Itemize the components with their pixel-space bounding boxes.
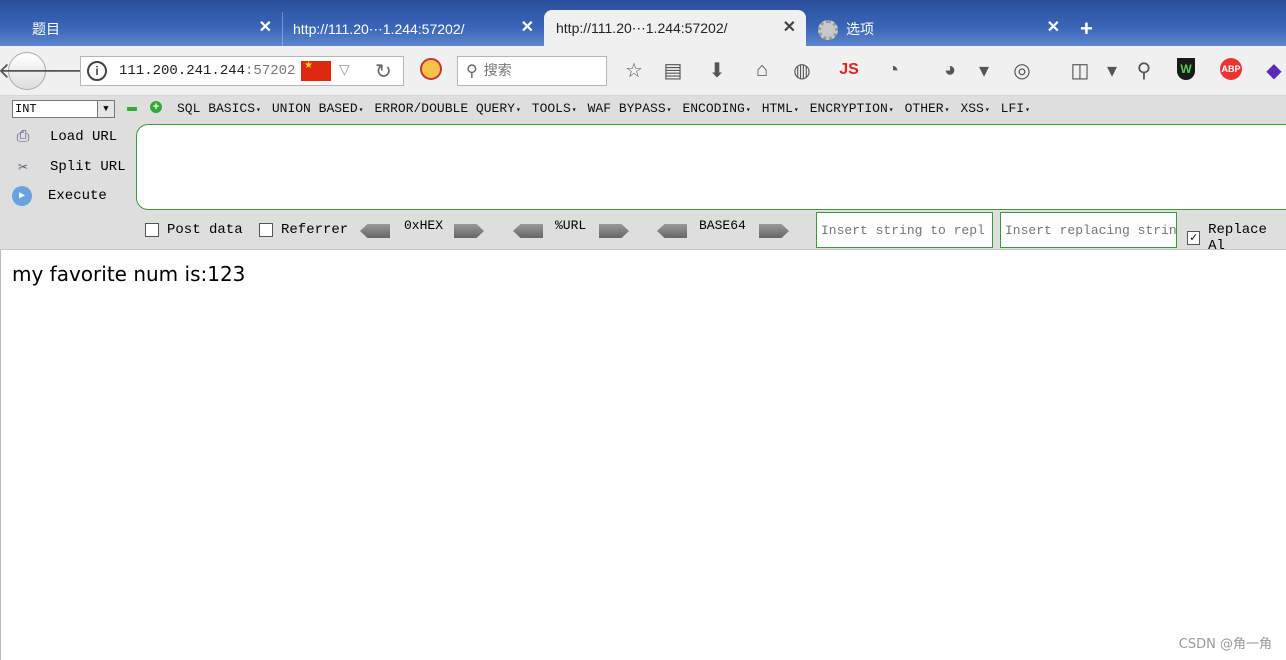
base64-label: BASE64 bbox=[699, 218, 746, 233]
chevron-down-icon[interactable]: ▾ bbox=[1100, 58, 1124, 82]
url-label: %URL bbox=[555, 218, 587, 233]
referrer-checkbox[interactable]: Referrer bbox=[259, 222, 348, 238]
tab-label: 选项 bbox=[846, 21, 874, 37]
bookmark-star-icon[interactable]: ☆ bbox=[622, 58, 646, 82]
search-input[interactable] bbox=[483, 63, 594, 79]
close-icon[interactable]: ✕ bbox=[521, 20, 534, 36]
checkbox-box[interactable] bbox=[259, 223, 273, 237]
menu-sql-basics[interactable]: SQL BASICS bbox=[177, 101, 261, 116]
close-icon[interactable]: ✕ bbox=[783, 20, 796, 36]
load-url-icon: ⎙ bbox=[16, 128, 30, 146]
load-url-label: Load URL bbox=[50, 129, 118, 145]
tab-problem[interactable]: 题目 ✕ bbox=[0, 12, 282, 46]
menu-union-based[interactable]: UNION BASED bbox=[272, 101, 364, 116]
google-icon[interactable]: ◔ bbox=[881, 58, 905, 82]
tab-strip: 题目 ✕ http://111.20⋯1.244:57202/ ✕ http:/… bbox=[0, 0, 1286, 46]
gear-icon bbox=[818, 20, 838, 40]
post-data-checkbox[interactable]: Post data bbox=[145, 222, 243, 238]
shield-icon[interactable]: W bbox=[1177, 58, 1195, 80]
menu-html[interactable]: HTML bbox=[762, 101, 799, 116]
china-flag-icon bbox=[301, 60, 331, 81]
replace-string-input[interactable] bbox=[816, 212, 993, 248]
close-icon[interactable]: ✕ bbox=[259, 20, 272, 36]
tab-label: http://111.20⋯1.244:57202/ bbox=[293, 20, 465, 37]
int-select[interactable]: INT ▼ bbox=[12, 100, 115, 118]
page-content-text: my favorite num is:123 bbox=[12, 262, 246, 286]
menu-lfi[interactable]: LFI bbox=[1001, 101, 1030, 116]
proxy-icon[interactable]: ◎ bbox=[1010, 58, 1034, 82]
url-bar[interactable]: i 111.200.241.244:57202 ▽ ↻ bbox=[80, 56, 404, 86]
load-url-button[interactable]: ⎙ Load URL bbox=[12, 126, 118, 148]
menu-tools[interactable]: TOOLS bbox=[532, 101, 577, 116]
page-border bbox=[0, 250, 1, 660]
execute-button[interactable]: ▶ Execute bbox=[12, 186, 107, 206]
post-data-label: Post data bbox=[167, 222, 243, 238]
split-url-label: Split URL bbox=[50, 159, 126, 175]
watermark: CSDN @角一角 bbox=[1178, 637, 1272, 652]
dropdown-arrow-icon[interactable]: ▽ bbox=[339, 61, 350, 78]
url-encode-arrow-icon[interactable] bbox=[599, 224, 629, 238]
replace-all-label: Replace Al bbox=[1208, 222, 1267, 254]
noscript-icon[interactable] bbox=[420, 58, 442, 80]
tab-label: 题目 bbox=[32, 21, 60, 37]
hex-decode-arrow-icon[interactable] bbox=[360, 224, 390, 238]
search-icon: ⚲ bbox=[466, 63, 478, 80]
home-icon[interactable]: ⌂ bbox=[750, 58, 774, 82]
chevron-down-icon[interactable]: ▾ bbox=[972, 58, 996, 82]
checkbox-box[interactable] bbox=[145, 223, 159, 237]
base64-encode-arrow-icon[interactable] bbox=[759, 224, 789, 238]
new-tab-icon[interactable]: + bbox=[1080, 16, 1093, 42]
hex-label: 0xHEX bbox=[404, 218, 444, 233]
menu-other[interactable]: OTHER bbox=[905, 101, 950, 116]
chevron-down-icon[interactable]: ▼ bbox=[97, 101, 114, 117]
url-port: :57202 bbox=[245, 63, 296, 79]
reload-icon[interactable]: ↻ bbox=[375, 59, 392, 84]
extension-diamond-icon[interactable]: ◆ bbox=[1262, 58, 1286, 82]
menu-error-double-query[interactable]: ERROR/DOUBLE QUERY bbox=[375, 101, 521, 116]
base64-decode-arrow-icon[interactable] bbox=[657, 224, 687, 238]
magnifier-icon[interactable]: ⚲ bbox=[1132, 58, 1156, 82]
menu-encryption[interactable]: ENCRYPTION bbox=[810, 101, 894, 116]
scissors-icon: ✂ bbox=[18, 159, 28, 177]
back-arrow-icon[interactable]: 🡐 bbox=[0, 52, 57, 90]
nav-bar: 🡐 🡒 i 111.200.241.244:57202 ▽ ↻ ⚲ ☆ ▤ ⬇ … bbox=[0, 46, 1286, 96]
menu-encoding[interactable]: ENCODING bbox=[682, 101, 750, 116]
hackbar: INT ▼ + SQL BASICS UNION BASED ERROR/DOU… bbox=[0, 96, 1286, 254]
replace-all-checkbox[interactable]: ✓ Replace Al bbox=[1187, 222, 1286, 254]
search-box[interactable]: ⚲ bbox=[457, 56, 607, 86]
close-icon[interactable]: ✕ bbox=[1047, 20, 1060, 36]
checkbox-box-checked[interactable]: ✓ bbox=[1187, 231, 1201, 245]
plus-icon[interactable]: + bbox=[150, 101, 162, 113]
hackbar-url-input[interactable] bbox=[136, 124, 1286, 210]
js-icon[interactable]: JS bbox=[837, 58, 861, 82]
adblock-icon[interactable]: ABP bbox=[1220, 58, 1242, 80]
int-select-value: INT bbox=[15, 102, 37, 116]
palette-icon[interactable]: ◕ bbox=[938, 58, 962, 82]
hackbar-menus: SQL BASICS UNION BASED ERROR/DOUBLE QUER… bbox=[177, 101, 1030, 116]
url-host: 111.200.241.244 bbox=[119, 63, 246, 79]
hex-encode-arrow-icon[interactable] bbox=[454, 224, 484, 238]
download-icon[interactable]: ⬇ bbox=[705, 58, 729, 82]
reading-list-icon[interactable]: ▤ bbox=[661, 58, 685, 82]
tab-options[interactable]: 选项 ✕ bbox=[808, 12, 1070, 46]
split-url-button[interactable]: ✂ Split URL bbox=[12, 156, 126, 178]
tab-url-active[interactable]: http://111.20⋯1.244:57202/ ✕ bbox=[544, 10, 806, 46]
tab-label: http://111.20⋯1.244:57202/ bbox=[556, 19, 728, 36]
execute-label: Execute bbox=[48, 188, 107, 204]
menu-xss[interactable]: XSS bbox=[960, 101, 989, 116]
minus-icon[interactable] bbox=[127, 107, 137, 111]
sidebar-icon[interactable]: ◫ bbox=[1068, 58, 1092, 82]
globe-icon[interactable]: ◍ bbox=[790, 58, 814, 82]
url-decode-arrow-icon[interactable] bbox=[513, 224, 543, 238]
play-icon: ▶ bbox=[12, 186, 32, 206]
referrer-label: Referrer bbox=[281, 222, 349, 238]
menu-waf-bypass[interactable]: WAF BYPASS bbox=[588, 101, 672, 116]
info-icon[interactable]: i bbox=[87, 61, 107, 81]
tab-url-1[interactable]: http://111.20⋯1.244:57202/ ✕ bbox=[282, 12, 544, 46]
replacing-string-input[interactable] bbox=[1000, 212, 1177, 248]
